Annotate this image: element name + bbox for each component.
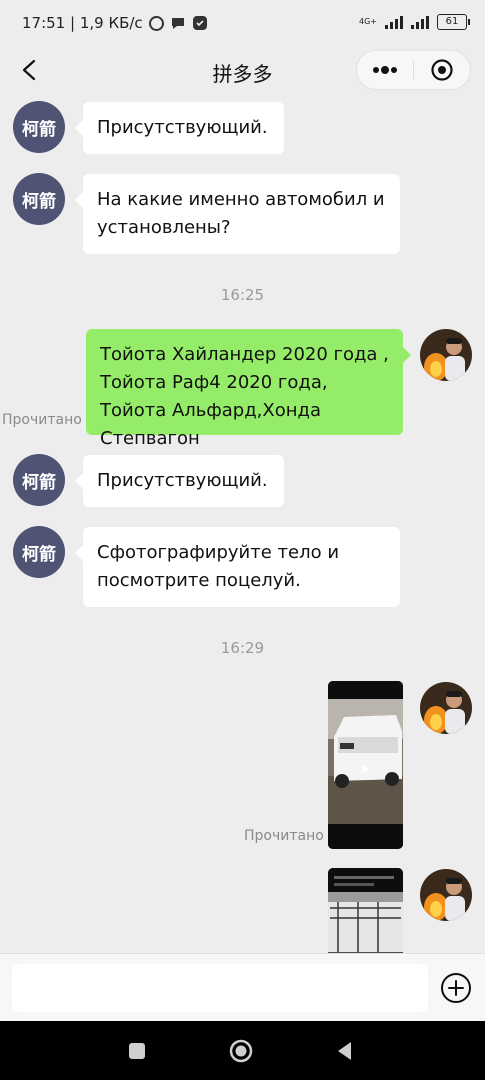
status-time: 17:51 | 1,9 КБ/с: [22, 14, 143, 32]
message-input[interactable]: [12, 964, 428, 1012]
network-label: 4G+: [359, 17, 377, 26]
battery-icon: 61: [437, 14, 470, 30]
chat-notification-icon: [171, 18, 184, 29]
close-button[interactable]: [414, 51, 470, 89]
user-photo-icon: [420, 682, 472, 734]
plus-circle-icon[interactable]: [440, 972, 472, 1004]
mini-program-capsule: [356, 50, 471, 90]
message-bubble[interactable]: На какие именно автомобил и установлены?: [75, 174, 400, 254]
avatar[interactable]: 柯箭: [13, 101, 65, 153]
video-message[interactable]: [328, 868, 403, 953]
chat-area[interactable]: 柯箭 Присутствующий. 柯箭 На какие именно ав…: [0, 98, 485, 953]
app-notification-icon: [192, 16, 207, 30]
user-photo-icon: [420, 329, 472, 381]
circle-home-icon[interactable]: [228, 1038, 254, 1064]
message-text: На какие именно автомобил и установлены?: [97, 189, 385, 238]
system-nav-bar: [0, 1021, 485, 1080]
avatar[interactable]: 柯箭: [13, 454, 65, 506]
avatar-self[interactable]: [420, 682, 472, 734]
message-text: Присутствующий.: [97, 470, 268, 491]
read-status: Прочитано: [2, 412, 82, 428]
message-timestamp: 16:25: [220, 286, 265, 304]
message-bubble[interactable]: Присутствующий.: [75, 102, 284, 154]
avatar-self[interactable]: [420, 869, 472, 921]
message-bubble[interactable]: Сфотографируйте тело и посмотрите поцелу…: [75, 527, 400, 607]
signal-icon: [385, 15, 403, 29]
message-text: Сфотографируйте тело и посмотрите поцелу…: [97, 542, 340, 591]
message-text: Тойота Хайландер 2020 года , Тойота Раф4…: [100, 344, 389, 449]
video-thumbnail: [328, 681, 403, 849]
input-bar: [0, 953, 485, 1021]
user-photo-icon: [420, 869, 472, 921]
close-target-icon: [431, 59, 453, 81]
read-status: Прочитано: [244, 828, 324, 844]
status-bar: 17:51 | 1,9 КБ/с 4G+ 61: [0, 0, 485, 46]
avatar[interactable]: 柯箭: [13, 173, 65, 225]
triangle-back-icon[interactable]: [332, 1038, 358, 1064]
more-button[interactable]: [357, 51, 413, 89]
avatar[interactable]: 柯箭: [13, 526, 65, 578]
alarm-icon: [148, 15, 164, 31]
message-bubble[interactable]: Присутствующий.: [75, 455, 284, 507]
message-text: Присутствующий.: [97, 117, 268, 138]
signal-2-icon: [411, 15, 429, 29]
message-timestamp: 16:29: [220, 639, 265, 657]
app-header: 拼多多: [0, 46, 485, 98]
video-message[interactable]: [328, 681, 403, 849]
video-thumbnail: [328, 868, 403, 953]
back-chevron-icon[interactable]: [18, 58, 42, 82]
avatar-self[interactable]: [420, 329, 472, 381]
message-bubble-own[interactable]: Тойота Хайландер 2020 года , Тойота Раф4…: [86, 329, 411, 449]
more-dots-icon: [373, 66, 397, 74]
square-recent-icon[interactable]: [124, 1038, 150, 1064]
